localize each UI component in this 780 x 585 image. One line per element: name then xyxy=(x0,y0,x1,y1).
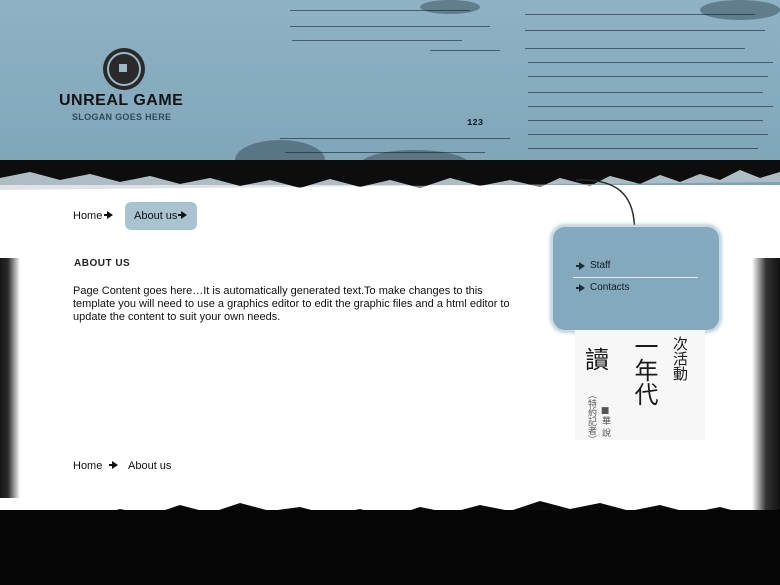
breadcrumb-bottom-home-link[interactable]: Home xyxy=(73,460,102,472)
grunge-edge-right xyxy=(752,258,780,518)
arrow-right-icon xyxy=(576,284,585,292)
menu-divider xyxy=(573,277,698,278)
sidebar-item-contacts[interactable]: Contacts xyxy=(590,282,629,293)
site-title[interactable]: UNREAL GAME xyxy=(59,92,183,110)
grunge-edge-left xyxy=(0,258,20,498)
arrow-right-icon xyxy=(104,211,113,219)
header-banner: UNREAL GAME SLOGAN GOES HERE 123 xyxy=(0,0,780,185)
arrow-right-icon xyxy=(109,461,118,469)
image-text-col3: 讀 xyxy=(585,346,609,374)
image-text-small: （特約記者） xyxy=(586,390,596,444)
image-text-col1: 次活動 xyxy=(671,336,689,381)
footer-band xyxy=(0,510,780,585)
sidebar-item-staff[interactable]: Staff xyxy=(590,260,610,271)
stamp-number: 123 xyxy=(467,118,484,128)
sidebar-menu xyxy=(551,225,721,332)
calligraphy-image: 次活動 一年代 讀 （特約記者） ■華 說 xyxy=(575,330,705,444)
site-slogan: SLOGAN GOES HERE xyxy=(72,112,172,122)
image-text-col2: 一年代 xyxy=(630,334,658,406)
image-text-small2: ■華 說 xyxy=(600,406,610,437)
arrow-right-icon xyxy=(576,262,585,270)
breadcrumb-home-link[interactable]: Home xyxy=(73,210,102,222)
page-title: ABOUT US xyxy=(74,258,131,269)
coin-logo-icon[interactable] xyxy=(103,48,145,90)
arrow-right-icon xyxy=(178,211,187,219)
breadcrumb-bottom-about-link[interactable]: About us xyxy=(128,460,171,472)
torn-paper-edge xyxy=(0,160,780,190)
page-content: Page Content goes here…It is automatical… xyxy=(73,285,510,323)
breadcrumb-about-link[interactable]: About us xyxy=(134,210,177,222)
